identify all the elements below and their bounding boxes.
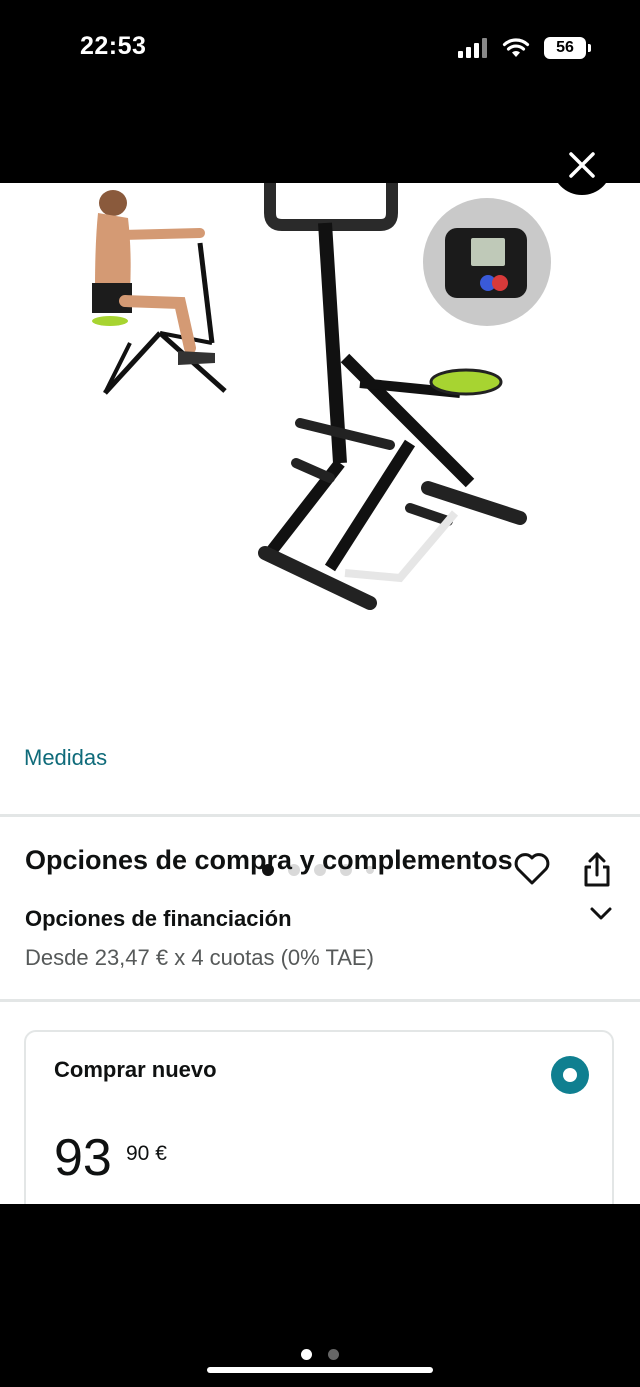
- purchase-options-title: Opciones de compra y complementos: [25, 845, 513, 875]
- share-icon[interactable]: [580, 851, 614, 889]
- home-indicator[interactable]: [207, 1367, 433, 1373]
- close-icon: [569, 152, 595, 178]
- price: 93 90 €: [54, 1129, 167, 1187]
- status-bar: 22:53 56: [0, 0, 640, 183]
- financing-text: Desde 23,47 € x 4 cuotas (0% TAE): [25, 945, 374, 970]
- status-icons: 56: [458, 36, 591, 60]
- battery-indicator: 56: [544, 37, 591, 59]
- buy-new-card[interactable]: Comprar nuevo 93 90 €: [24, 1030, 614, 1204]
- monitor-inset: [423, 198, 551, 326]
- divider: [0, 999, 640, 1002]
- product-image[interactable]: [0, 183, 640, 643]
- cellular-signal-icon: [458, 38, 487, 58]
- financing-title[interactable]: Opciones de financiación: [25, 906, 292, 932]
- page-indicator: [301, 1349, 339, 1360]
- wifi-icon: [502, 38, 530, 57]
- page-dot: [328, 1349, 339, 1360]
- product-detail-content: Medidas Opciones de compra y complemento…: [0, 183, 640, 1204]
- price-whole: 93: [54, 1129, 112, 1187]
- close-button[interactable]: [552, 135, 612, 195]
- buy-new-radio[interactable]: [551, 1056, 589, 1094]
- buy-new-label: Comprar nuevo: [54, 1057, 217, 1082]
- page-dot-active: [301, 1349, 312, 1360]
- divider: [0, 814, 640, 817]
- measurements-link[interactable]: Medidas: [24, 745, 107, 771]
- price-fraction: 90 €: [126, 1142, 167, 1165]
- user-illustration: [92, 190, 227, 395]
- status-time: 22:53: [80, 32, 147, 60]
- radio-dot: [563, 1068, 577, 1082]
- heart-icon[interactable]: [513, 851, 551, 887]
- chevron-down-icon[interactable]: [588, 902, 614, 924]
